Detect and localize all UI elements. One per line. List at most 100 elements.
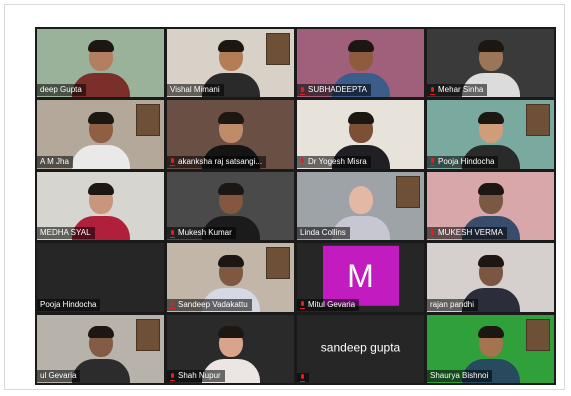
participant-name-label: Mehar Sinha [427, 84, 488, 97]
mic-muted-icon [300, 158, 305, 167]
background-shelf [266, 33, 290, 65]
participant-name: A M Jha [40, 156, 69, 166]
background-shelf [396, 175, 420, 208]
participant-name: Mehar Sinha [438, 85, 484, 95]
participant-name-label: Pooja Hindocha [427, 155, 499, 168]
participant-tile[interactable]: rajan pandhi [427, 243, 554, 312]
background-shelf [526, 104, 550, 137]
participant-tile[interactable]: SUBHADEEPTA [297, 29, 424, 98]
participant-name: akanksha raj satsangi... [178, 156, 263, 166]
participant-name: Vishal Mimani [170, 85, 220, 95]
participant-tile[interactable]: Dr Yogesh Misra [297, 100, 424, 169]
participant-name-label: MEDHA SYAL [37, 227, 95, 240]
participant-name: Mitul Gevaria [308, 299, 356, 309]
participant-name: Pooja Hindocha [438, 156, 495, 166]
participant-hair [217, 183, 244, 196]
mic-muted-icon [300, 86, 305, 95]
avatar-initial: M [322, 246, 399, 307]
participant-hair [347, 40, 374, 53]
participant-hair [477, 326, 504, 338]
mic-muted-icon [170, 301, 175, 310]
participant-name: ul Gevaria [40, 371, 77, 380]
participant-name: Sandeep Vadakattu [178, 299, 248, 309]
participant-hair [477, 183, 504, 196]
participant-hair [87, 111, 114, 124]
participant-tile[interactable]: sandeep gupta [297, 314, 424, 383]
participant-tile[interactable]: Mehar Sinha [427, 29, 554, 98]
participant-hair [217, 254, 244, 267]
participant-name-label: SUBHADEEPTA [297, 84, 371, 97]
participant-name-label [297, 373, 309, 382]
background-shelf [266, 247, 290, 280]
mic-muted-icon [430, 229, 435, 238]
participant-hair [347, 111, 374, 124]
background-shelf [136, 104, 160, 137]
participant-tile[interactable]: M Mitul Gevaria [297, 243, 424, 312]
participant-hair [87, 40, 114, 53]
mic-muted-icon [170, 158, 175, 167]
participant-display-name: sandeep gupta [320, 340, 401, 355]
participant-hair [87, 183, 114, 196]
mic-muted-icon [300, 374, 305, 382]
gallery-view: deep Gupta Vishal Mimani SUBHADEEPTA Mehar … [35, 27, 556, 385]
participant-grid: deep Gupta Vishal Mimani SUBHADEEPTA Mehar … [35, 27, 556, 385]
participant-name: Dr Yogesh Misra [308, 156, 367, 166]
participant-tile[interactable]: deep Gupta [37, 29, 164, 98]
participant-name-label: Vishal Mimani [167, 84, 224, 97]
participant-name: Linda Collins [300, 228, 346, 238]
participant-name-label: Pooja Hindocha [37, 298, 101, 311]
participant-name: MUKESH VERMA [438, 228, 503, 238]
participant-name: rajan pandhi [430, 299, 475, 309]
mic-muted-icon [300, 301, 305, 310]
participant-tile[interactable]: Sandeep Vadakattu [167, 243, 294, 312]
participant-hair [217, 111, 244, 124]
participant-tile[interactable]: akanksha raj satsangi... [167, 100, 294, 169]
participant-name-label: akanksha raj satsangi... [167, 155, 267, 168]
participant-tile[interactable]: Vishal Mimani [167, 29, 294, 98]
participant-name: deep Gupta [40, 85, 82, 95]
participant-hair [477, 111, 504, 124]
participant-tile[interactable]: Shaurya Bishnoi [427, 314, 554, 383]
participant-tile[interactable]: Linda Collins [297, 171, 424, 241]
participant-name-label: Dr Yogesh Misra [297, 155, 371, 168]
participant-name-label: Mitul Gevaria [297, 298, 360, 311]
participant-name-label: Shaurya Bishnoi [427, 370, 493, 382]
participant-hair [477, 40, 504, 53]
participant-tile[interactable]: Mukesh Kumar [167, 171, 294, 241]
mic-muted-icon [430, 86, 435, 95]
participant-name-label: Shah Nupur [167, 370, 225, 382]
participant-hair [477, 254, 504, 267]
participant-name: Mukesh Kumar [178, 228, 232, 238]
participant-name-label: A M Jha [37, 155, 73, 168]
participant-name: Shaurya Bishnoi [430, 371, 489, 380]
participant-tile[interactable]: Pooja Hindocha [37, 243, 164, 312]
participant-video [71, 111, 131, 169]
participant-face [348, 186, 373, 215]
participant-name: SUBHADEEPTA [308, 85, 367, 95]
participant-tile[interactable]: Pooja Hindocha [427, 100, 554, 169]
participant-tile[interactable]: A M Jha [37, 100, 164, 169]
participant-name-label: ul Gevaria [37, 370, 81, 382]
participant-name-label: Sandeep Vadakattu [167, 298, 252, 311]
participant-tile[interactable]: Shah Nupur [167, 314, 294, 383]
participant-tile[interactable]: ul Gevaria [37, 314, 164, 383]
participant-tile[interactable]: MUKESH VERMA [427, 171, 554, 241]
participant-tile[interactable]: MEDHA SYAL [37, 171, 164, 241]
participant-name: Shah Nupur [178, 371, 221, 380]
participant-name: MEDHA SYAL [40, 228, 91, 238]
background-shelf [526, 318, 550, 351]
participant-body [71, 144, 130, 169]
participant-name-label: rajan pandhi [427, 298, 479, 311]
participant-name-label: MUKESH VERMA [427, 227, 507, 240]
participant-hair [217, 40, 244, 53]
image-frame: deep Gupta Vishal Mimani SUBHADEEPTA Mehar … [4, 4, 565, 390]
participant-name: Pooja Hindocha [40, 299, 97, 309]
participant-name-label: Mukesh Kumar [167, 227, 236, 240]
participant-hair [87, 326, 114, 338]
mic-muted-icon [170, 229, 175, 238]
participant-name-label: Linda Collins [297, 227, 350, 240]
background-shelf [136, 318, 160, 351]
participant-name-label: deep Gupta [37, 84, 86, 97]
mic-muted-icon [170, 372, 175, 381]
participant-hair [217, 326, 244, 338]
